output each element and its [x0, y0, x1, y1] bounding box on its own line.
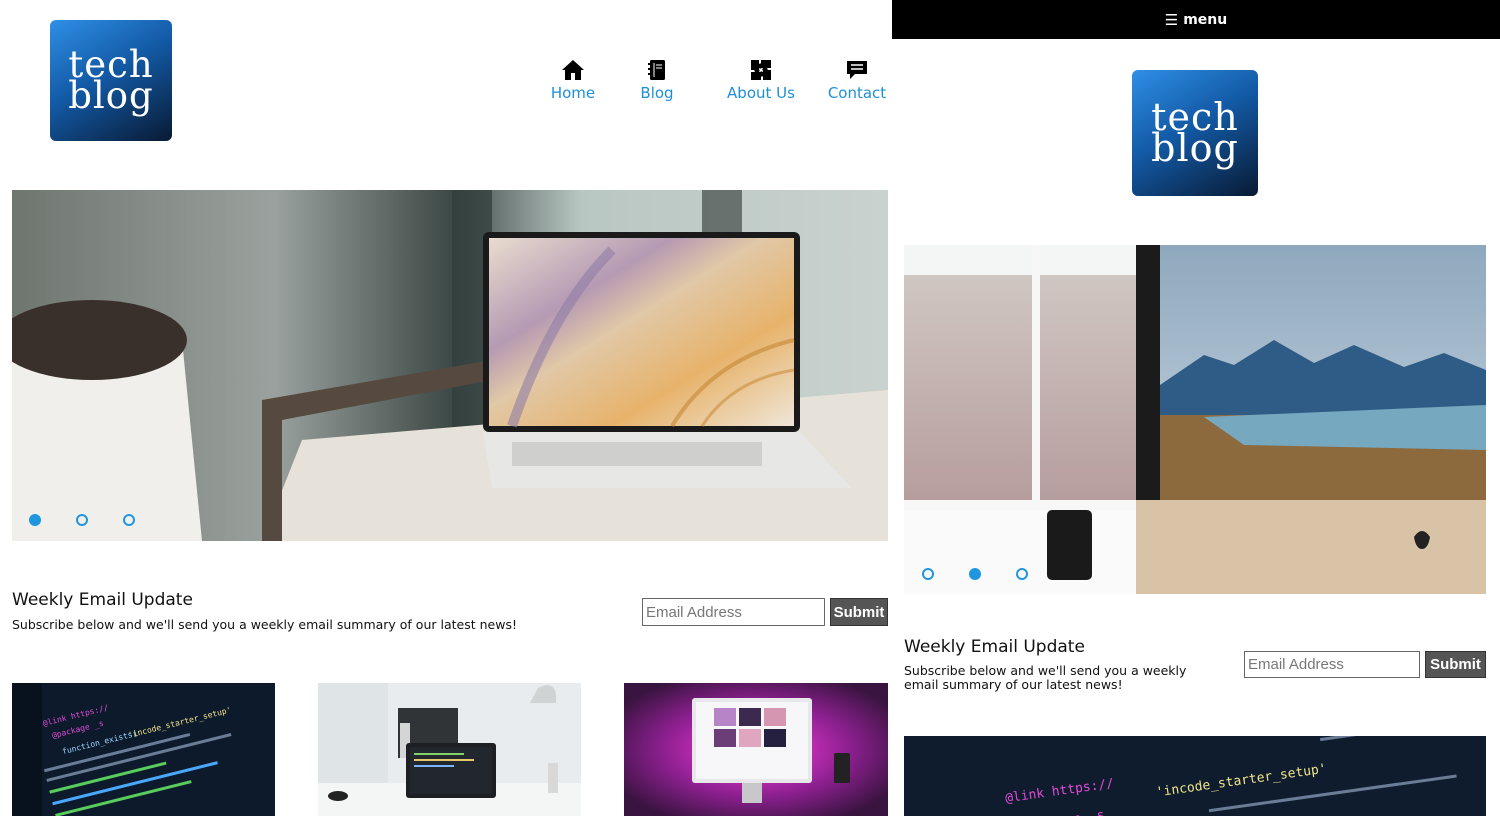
post-thumbnail-neon[interactable] — [624, 683, 888, 816]
home-icon — [562, 60, 584, 80]
chat-icon — [847, 61, 867, 79]
hero-slider-mobile[interactable] — [904, 245, 1486, 594]
slider-dot-1[interactable] — [29, 514, 41, 526]
desk-laptop-image — [318, 683, 581, 816]
post-thumbnail-code[interactable]: @link https:// @package _s function_exis… — [12, 683, 275, 816]
site-logo[interactable]: tech blog — [50, 20, 172, 141]
slider-dots-mobile — [922, 568, 1028, 580]
slider-dot-mobile-2[interactable] — [969, 568, 981, 580]
code-screen-image: @link https:// @package _s function_exis… — [12, 683, 275, 816]
newsletter-title: Weekly Email Update — [12, 590, 193, 610]
slider-dot-mobile-3[interactable] — [1016, 568, 1028, 580]
slider-dot-2[interactable] — [76, 514, 88, 526]
menu-label: menu — [1183, 11, 1228, 28]
newsletter-description-mobile-line2: email summary of our latest news! — [904, 677, 1123, 692]
nav-label-blog: Blog — [640, 84, 674, 102]
email-input[interactable] — [642, 598, 825, 626]
mobile-view: ☰ menu tech blog Weekly Email Update Sub… — [892, 0, 1500, 816]
logo-line-2-mobile: blog — [1151, 126, 1239, 170]
slider-dot-3[interactable] — [123, 514, 135, 526]
newsletter-description: Subscribe below and we'll send you a wee… — [12, 617, 517, 632]
newsletter-title-mobile: Weekly Email Update — [904, 637, 1085, 657]
neon-desk-image — [624, 683, 888, 816]
nav-item-home[interactable]: Home — [536, 58, 610, 102]
slider-dots — [29, 514, 135, 526]
submit-button-mobile[interactable]: Submit — [1425, 651, 1486, 678]
logo-line-2: blog — [68, 73, 154, 117]
main-nav: Home Blog About Us Contact — [536, 58, 888, 102]
post-thumbnail-desk[interactable] — [318, 683, 581, 816]
nav-label-home: Home — [550, 84, 596, 102]
hero-slide-laptop-image — [12, 190, 888, 541]
code-screen-image-mobile: @link https:// @package _s 'incode_start… — [904, 736, 1486, 816]
email-input-mobile[interactable] — [1244, 651, 1420, 678]
nav-item-about[interactable]: About Us — [716, 58, 806, 102]
notebook-icon — [648, 60, 665, 80]
nav-label-contact: Contact — [827, 84, 887, 102]
nav-item-contact[interactable]: Contact — [826, 58, 888, 102]
post-thumbnail-code-mobile[interactable]: @link https:// @package _s 'incode_start… — [904, 736, 1486, 816]
hero-slide-monitor-image — [904, 245, 1486, 594]
desktop-view: tech blog Home Blog About Us Contact Wee… — [0, 0, 892, 816]
mobile-menu-toggle[interactable]: ☰ menu — [892, 0, 1500, 39]
slider-dot-mobile-1[interactable] — [922, 568, 934, 580]
submit-button[interactable]: Submit — [830, 598, 888, 626]
site-logo-mobile[interactable]: tech blog — [1132, 70, 1258, 196]
puzzle-icon — [751, 60, 771, 80]
nav-label-about: About Us — [727, 84, 795, 102]
nav-item-blog[interactable]: Blog — [620, 58, 694, 102]
hamburger-icon: ☰ — [1164, 10, 1179, 29]
hero-slider[interactable] — [12, 190, 888, 541]
